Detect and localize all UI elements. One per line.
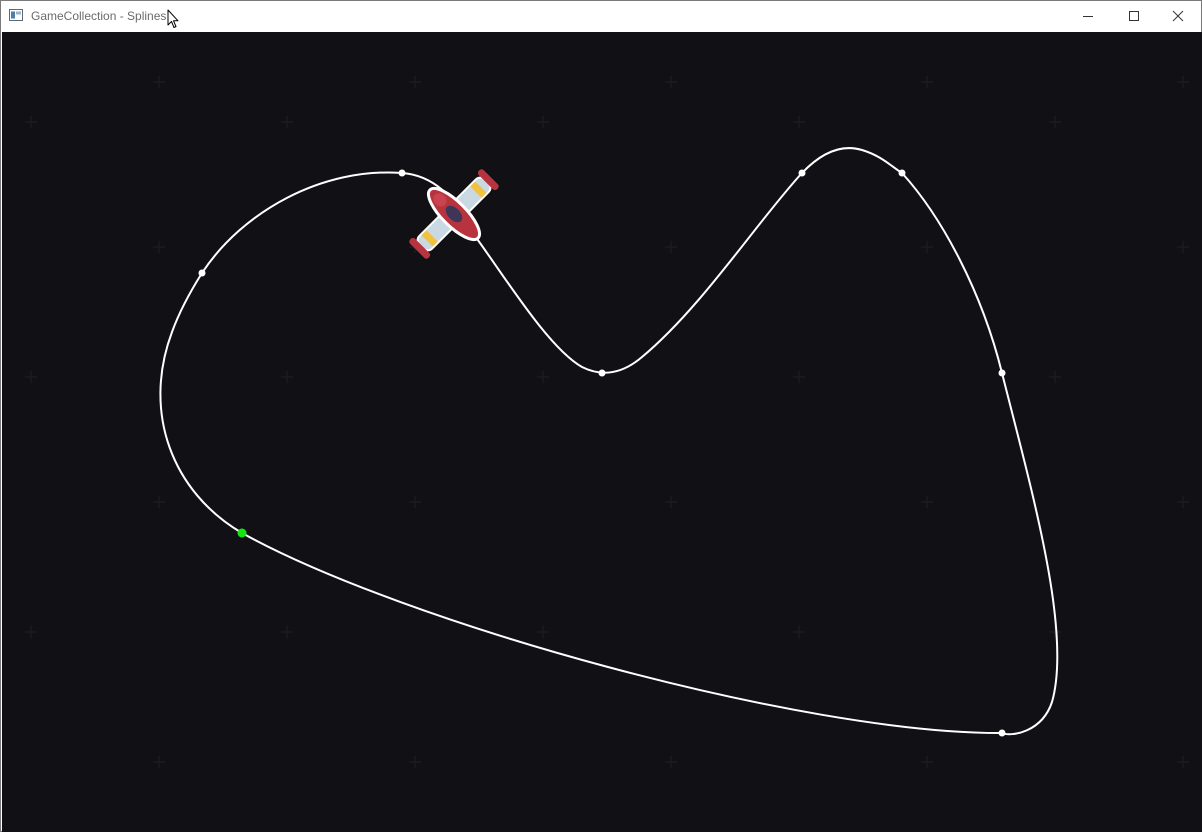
- mouse-cursor-icon: [167, 9, 179, 28]
- close-icon: [1172, 10, 1184, 22]
- background-star-marker: [921, 496, 933, 508]
- background-star-marker: [1177, 76, 1189, 88]
- background-star-marker: [537, 116, 549, 128]
- minimize-button[interactable]: [1065, 1, 1111, 31]
- background-star-marker: [281, 626, 293, 638]
- background-star-marker: [537, 371, 549, 383]
- background-star-marker: [25, 626, 37, 638]
- background-star-marker: [921, 76, 933, 88]
- background-star-marker: [153, 496, 165, 508]
- background-star-marker: [537, 626, 549, 638]
- control-point[interactable]: [998, 729, 1006, 737]
- background-star-marker: [1177, 756, 1189, 768]
- app-icon: [9, 9, 23, 21]
- maximize-icon: [1129, 11, 1139, 21]
- background-star-marker: [921, 756, 933, 768]
- background-star-marker: [409, 76, 421, 88]
- background-star-marker: [665, 241, 677, 253]
- control-point[interactable]: [798, 169, 806, 177]
- background-star-marker: [25, 371, 37, 383]
- control-point[interactable]: [998, 369, 1006, 377]
- background-star-marker: [793, 626, 805, 638]
- background-star-marker: [281, 116, 293, 128]
- plane-sprite[interactable]: [393, 153, 515, 275]
- background-star-marker: [409, 756, 421, 768]
- spline-curve: [159, 147, 1059, 736]
- background-star-marker: [1049, 371, 1061, 383]
- title-bar[interactable]: GameCollection - Splines: [1, 1, 1201, 31]
- spline-scene[interactable]: [2, 32, 1202, 832]
- control-point[interactable]: [898, 169, 906, 177]
- background-star-marker: [153, 756, 165, 768]
- background-star-marker: [1049, 626, 1061, 638]
- background-star-marker: [25, 116, 37, 128]
- control-point[interactable]: [398, 169, 406, 177]
- control-point[interactable]: [598, 369, 606, 377]
- background-star-marker: [665, 496, 677, 508]
- background-star-marker: [281, 371, 293, 383]
- background-star-marker: [1177, 241, 1189, 253]
- close-button[interactable]: [1155, 1, 1201, 31]
- background-star-marker: [921, 241, 933, 253]
- window-title: GameCollection - Splines: [31, 9, 167, 23]
- background-star-marker: [665, 756, 677, 768]
- app-window: GameCollection - Splines: [0, 0, 1202, 832]
- game-canvas[interactable]: [2, 32, 1202, 832]
- background-star-marker: [665, 76, 677, 88]
- background-star-marker: [153, 76, 165, 88]
- background-star-marker: [1049, 116, 1061, 128]
- background-star-marker: [1177, 496, 1189, 508]
- background-star-marker: [793, 116, 805, 128]
- minimize-icon: [1083, 16, 1093, 17]
- maximize-button[interactable]: [1111, 1, 1157, 31]
- agent-point: [237, 528, 247, 538]
- background-star-marker: [409, 496, 421, 508]
- control-point[interactable]: [198, 269, 206, 277]
- background-star-marker: [793, 371, 805, 383]
- background-star-marker: [153, 241, 165, 253]
- control-points[interactable]: [198, 169, 1006, 737]
